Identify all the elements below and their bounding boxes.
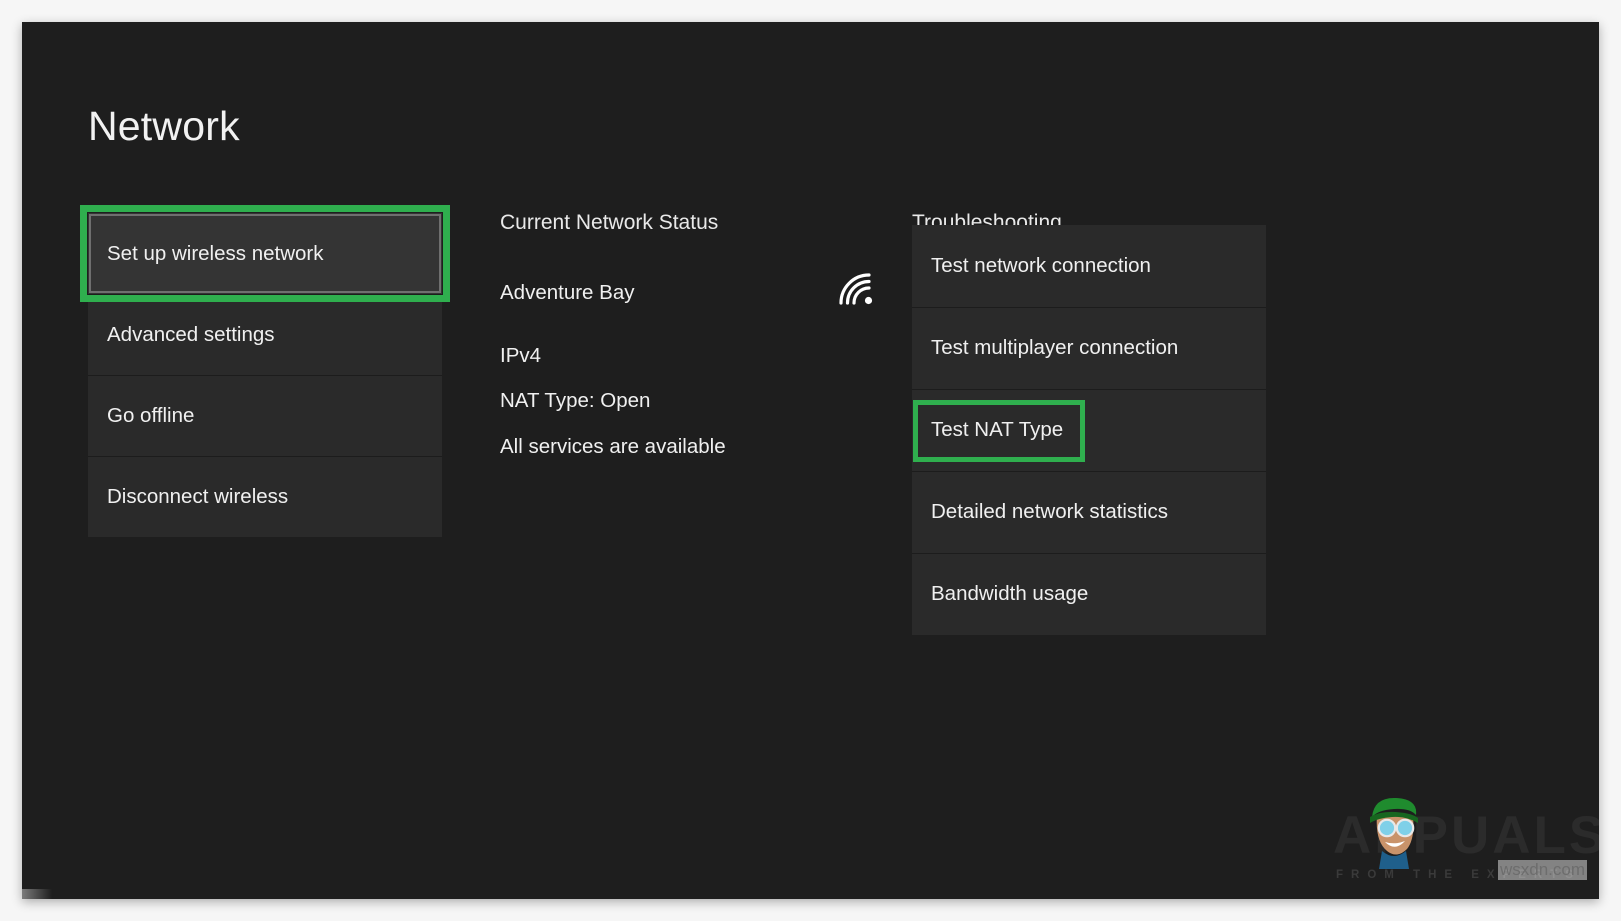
troubleshooting-item-test-network-connection[interactable]: Test network connection [912,225,1266,307]
watermark-brand: APPUALS [1333,809,1599,862]
troubleshooting-item-label: Test multiplayer connection [931,336,1178,360]
services-status-value: All services are available [500,435,726,459]
troubleshooting-item-test-nat-type[interactable]: Test NAT Type [912,389,1266,471]
sidebar-item-advanced-settings[interactable]: Advanced settings [88,294,442,375]
sidebar-item-label: Disconnect wireless [107,485,288,509]
nat-type-value: NAT Type: Open [500,389,650,413]
current-network-status-heading: Current Network Status [500,211,718,235]
troubleshooting-item-label: Test NAT Type [931,418,1063,442]
mascot-face-icon [1364,795,1422,869]
troubleshooting-item-detailed-network-statistics[interactable]: Detailed network statistics [912,471,1266,553]
watermark-tagline: FROM THE EXPERTS [1336,869,1581,881]
troubleshooting-item-test-multiplayer-connection[interactable]: Test multiplayer connection [912,307,1266,389]
troubleshooting-item-label: Detailed network statistics [931,500,1168,524]
network-ssid-value: Adventure Bay [500,281,634,305]
sidebar-item-label: Advanced settings [107,323,275,347]
sidebar-item-set-up-wireless-network[interactable]: Set up wireless network [88,213,442,294]
wifi-icon [838,272,876,306]
appuals-watermark: APPUALS FROM THE EX [1333,795,1591,881]
troubleshooting-menu: Test network connection Test multiplayer… [912,225,1266,635]
page-title: Network [88,103,240,150]
troubleshooting-item-label: Bandwidth usage [931,582,1088,606]
screenshot-frame: Network Set up wireless network Advanced… [0,0,1621,921]
xbox-network-settings-screen: Network Set up wireless network Advanced… [22,22,1599,899]
ip-version-value: IPv4 [500,344,541,368]
troubleshooting-item-label: Test network connection [931,254,1151,278]
scan-artifact [22,889,52,899]
watermark-url: wsxdn.com [1498,860,1587,880]
sidebar-item-disconnect-wireless[interactable]: Disconnect wireless [88,456,442,537]
troubleshooting-item-bandwidth-usage[interactable]: Bandwidth usage [912,553,1266,635]
sidebar-item-go-offline[interactable]: Go offline [88,375,442,456]
sidebar-item-label: Set up wireless network [107,242,323,266]
sidebar-item-label: Go offline [107,404,194,428]
network-actions-menu: Set up wireless network Advanced setting… [88,213,442,537]
